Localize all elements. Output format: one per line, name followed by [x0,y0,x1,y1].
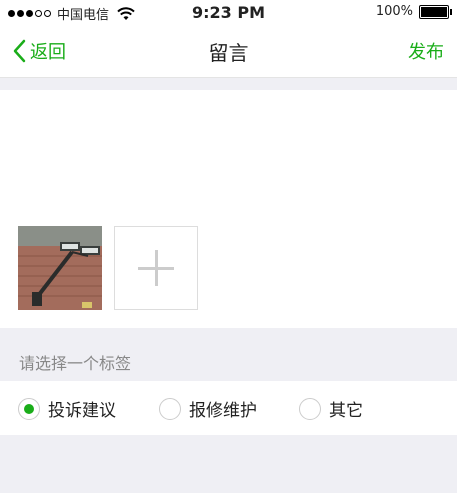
battery-icon [419,4,452,19]
navigation-bar: 返回 留言 发布 [0,25,457,78]
radio-unchecked-icon[interactable] [299,397,321,420]
tag-option-label: 投诉建议 [48,401,116,421]
battery-percent: 100% [375,4,413,19]
add-photo-button[interactable] [114,226,198,310]
attached-photo-thumbnail[interactable] [18,226,102,310]
tag-option-complaint[interactable]: 投诉建议 [18,396,116,421]
street-lamp-photo [18,226,102,310]
tag-option-label: 报修维护 [189,401,257,421]
publish-button[interactable]: 发布 [408,38,444,64]
battery-area: 100% [375,4,452,19]
tag-option-other[interactable]: 其它 [299,396,363,421]
status-bar: 中国电信 9:23 PM 100% [0,0,457,25]
radio-checked-icon[interactable] [18,397,40,420]
message-editor[interactable] [0,90,457,328]
page-title: 留言 [208,41,249,65]
tag-options: 投诉建议 报修维护 其它 [0,381,457,435]
tag-option-repair[interactable]: 报修维护 [159,396,257,421]
tag-section-label: 请选择一个标签 [19,354,132,373]
radio-unchecked-icon[interactable] [159,397,181,420]
tag-option-label: 其它 [329,401,363,421]
